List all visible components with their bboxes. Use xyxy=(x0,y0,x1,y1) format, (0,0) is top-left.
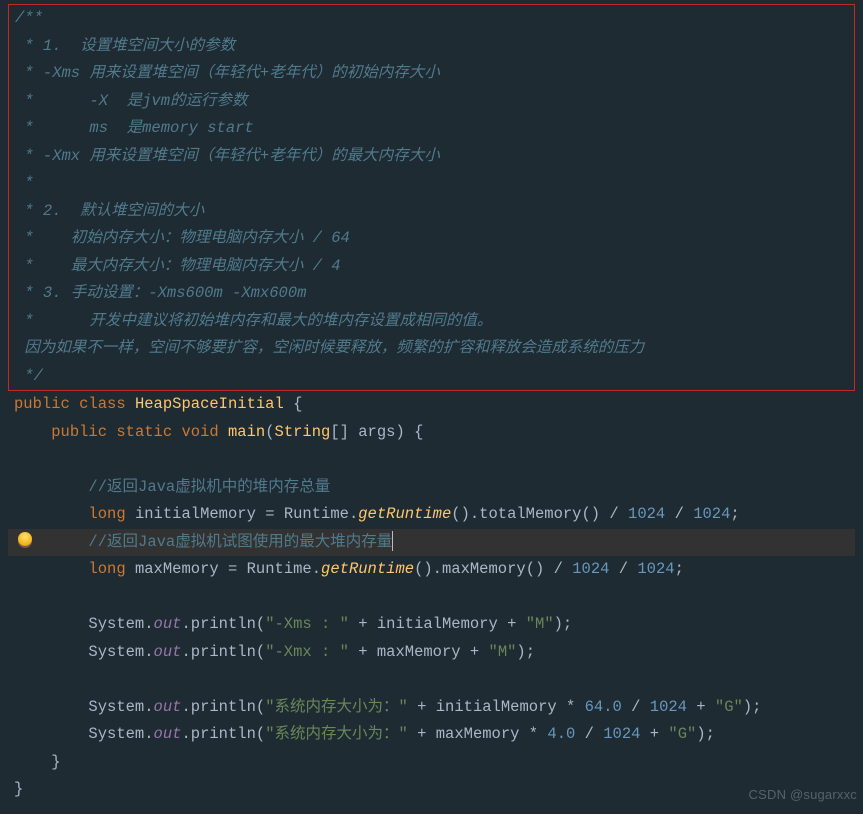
doc-line: * 1. 设置堆空间大小的参数 xyxy=(9,33,854,61)
bulb-icon[interactable] xyxy=(18,532,32,546)
code-line: System.out.println("-Xmx : " + maxMemory… xyxy=(8,639,855,667)
code-line: System.out.println("-Xms : " + initialMe… xyxy=(8,611,855,639)
code-line xyxy=(8,584,855,612)
doc-line: /** xyxy=(9,5,854,33)
doc-line: * 开发中建议将初始堆内存和最大的堆内存设置成相同的值。 xyxy=(9,308,854,336)
code-line: //返回Java虚拟机中的堆内存总量 xyxy=(8,474,855,502)
code-line: } xyxy=(8,776,855,804)
doc-line: * -X 是jvm的运行参数 xyxy=(9,88,854,116)
doc-line: * ms 是memory start xyxy=(9,115,854,143)
code-line-active: //返回Java虚拟机试图使用的最大堆内存量 xyxy=(8,529,855,557)
code-line: System.out.println("系统内存大小为：" + initialM… xyxy=(8,694,855,722)
doc-line: * xyxy=(9,170,854,198)
code-line: public class HeapSpaceInitial { xyxy=(8,391,855,419)
watermark-text: CSDN @sugarxxc xyxy=(749,781,857,809)
code-line: long maxMemory = Runtime.getRuntime().ma… xyxy=(8,556,855,584)
code-line: System.out.println("系统内存大小为：" + maxMemor… xyxy=(8,721,855,749)
javadoc-comment-block: /** * 1. 设置堆空间大小的参数 * -Xms 用来设置堆空间（年轻代+老… xyxy=(8,4,855,391)
code-line: } xyxy=(8,749,855,777)
doc-line: * 2. 默认堆空间的大小 xyxy=(9,198,854,226)
doc-line: * -Xmx 用来设置堆空间（年轻代+老年代）的最大内存大小 xyxy=(9,143,854,171)
code-editor[interactable]: /** * 1. 设置堆空间大小的参数 * -Xms 用来设置堆空间（年轻代+老… xyxy=(0,0,863,812)
doc-line: */ xyxy=(9,363,854,391)
doc-line: * 最大内存大小：物理电脑内存大小 / 4 xyxy=(9,253,854,281)
doc-line: * 3. 手动设置：-Xms600m -Xmx600m xyxy=(9,280,854,308)
code-line xyxy=(8,446,855,474)
doc-line: * -Xms 用来设置堆空间（年轻代+老年代）的初始内存大小 xyxy=(9,60,854,88)
code-line xyxy=(8,666,855,694)
doc-line: * 初始内存大小：物理电脑内存大小 / 64 xyxy=(9,225,854,253)
doc-line: 因为如果不一样，空间不够要扩容，空闲时候要释放，频繁的扩容和释放会造成系统的压力 xyxy=(9,335,854,363)
caret-icon xyxy=(392,531,393,551)
code-line: long initialMemory = Runtime.getRuntime(… xyxy=(8,501,855,529)
code-line: public static void main(String[] args) { xyxy=(8,419,855,447)
